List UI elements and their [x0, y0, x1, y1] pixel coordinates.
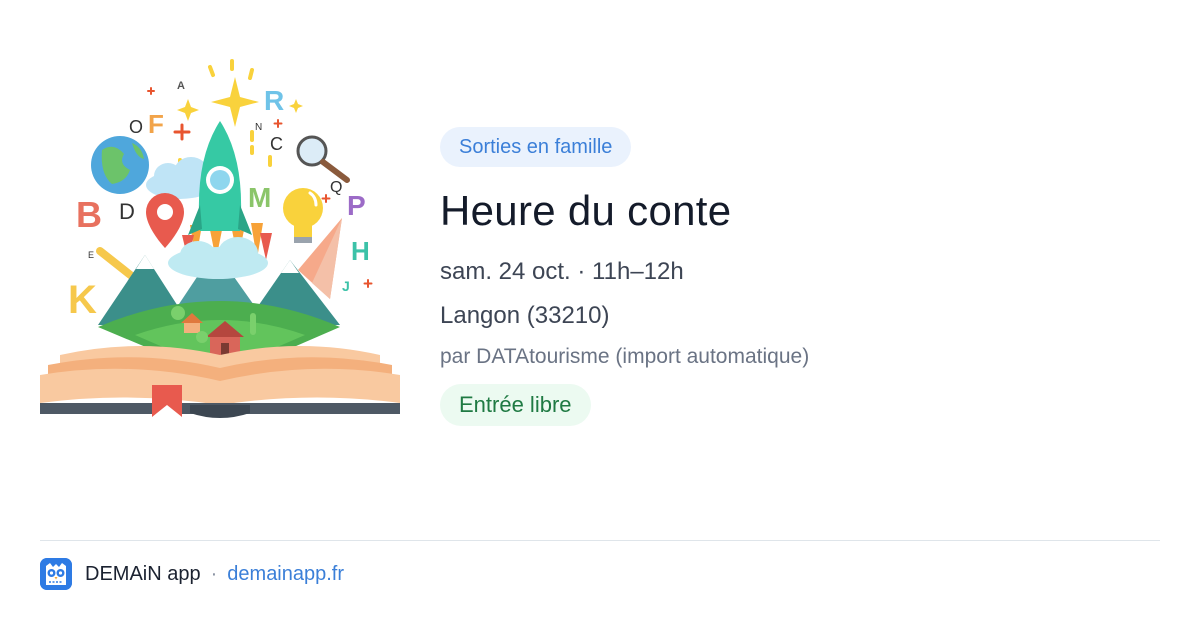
letter-b: B: [76, 194, 102, 235]
footer-separator: ·: [210, 562, 218, 585]
letter-j: J: [342, 278, 350, 294]
event-source: par DATAtourisme (import automatique): [440, 345, 810, 368]
event-details: Sorties en famille Heure du conte sam. 2…: [440, 127, 1140, 426]
letter-o: O: [129, 117, 143, 137]
demain-owl-logo-icon[interactable]: [40, 558, 72, 590]
event-card: A O F R N C B D L M Q P H K J E: [0, 0, 1200, 630]
letter-q: Q: [330, 179, 342, 196]
bookmark-icon: [152, 385, 182, 417]
app-name: DEMAiN app: [85, 562, 201, 585]
letter-c: C: [270, 134, 283, 154]
letter-p: P: [347, 190, 366, 221]
letter-r: R: [264, 85, 284, 116]
footer-divider: [40, 540, 1160, 541]
map-pin-icon: [146, 193, 184, 248]
storybook-illustration: A O F R N C B D L M Q P H K J E: [40, 59, 400, 418]
footer: DEMAiN app · demainapp.fr: [40, 557, 344, 591]
letter-e: E: [88, 250, 94, 260]
event-illustration: A O F R N C B D L M Q P H K J E: [40, 55, 400, 425]
category-badge[interactable]: Sorties en famille: [440, 127, 632, 167]
price-badge: Entrée libre: [440, 384, 591, 426]
letter-m: M: [248, 182, 271, 213]
letter-n: N: [255, 122, 262, 133]
letter-f: F: [148, 109, 164, 139]
letter-h: H: [351, 236, 370, 266]
lightbulb-icon: [283, 188, 323, 243]
magnifier-icon: [296, 135, 350, 183]
letter-k: K: [68, 278, 97, 322]
letter-d: D: [119, 199, 135, 224]
letter-a: A: [177, 80, 185, 92]
app-url-link[interactable]: demainapp.fr: [227, 563, 344, 586]
event-location: Langon (33210): [440, 302, 610, 329]
event-date-time: sam. 24 oct. · 11h–12h: [440, 258, 684, 285]
event-title: Heure du conte: [440, 187, 732, 234]
